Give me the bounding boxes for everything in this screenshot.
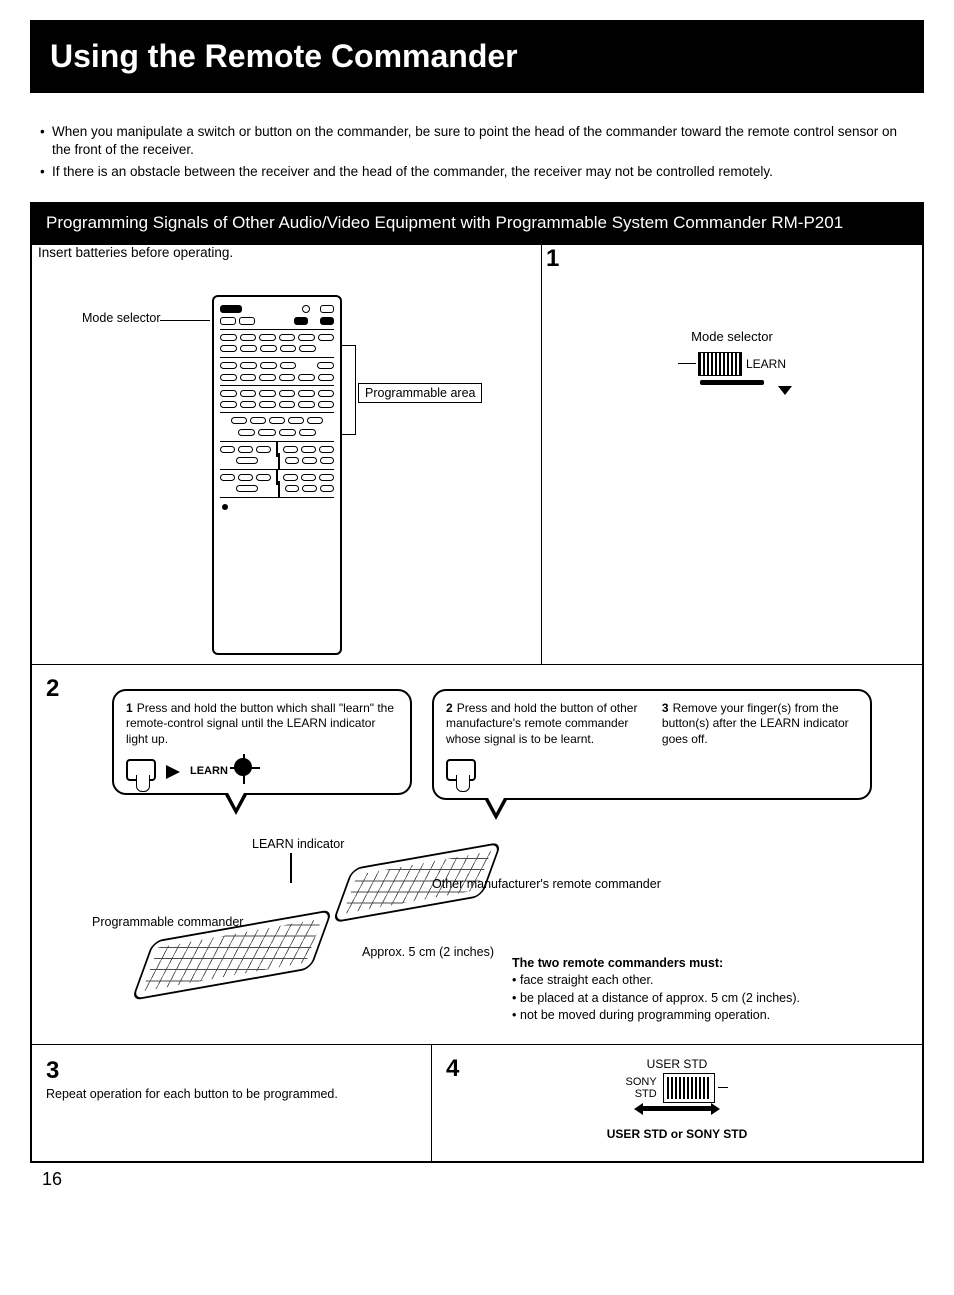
approx-distance-label: Approx. 5 cm (2 inches) [362, 945, 494, 960]
arrow-right-icon [166, 765, 180, 779]
step-1-panel: 1 Mode selector LEARN [542, 245, 922, 665]
sony-label: SONY [626, 1076, 657, 1088]
step-3-panel: 3 Repeat operation for each button to be… [32, 1045, 432, 1161]
requirement-3: not be moved during programming operatio… [520, 1008, 770, 1022]
step-2-callout-1: 1Press and hold the button which shall "… [112, 689, 412, 796]
learn-label: LEARN [746, 357, 786, 371]
requirements-title: The two remote commanders must: [512, 955, 800, 973]
callout-1-text: Press and hold the button which shall "l… [126, 701, 394, 746]
step-2-number: 2 [46, 675, 59, 703]
callout-1-num: 1 [126, 701, 133, 715]
callout-line-icon [160, 320, 210, 322]
remote-commander-illustration [212, 295, 342, 655]
callout-3-text: Remove your finger(s) from the button(s)… [662, 701, 849, 746]
callout-2-text: Press and hold the button of other manuf… [446, 701, 637, 746]
insert-batteries-text: Insert batteries before operating. [38, 245, 233, 260]
programmable-area-label: Programmable area [358, 383, 482, 403]
user-std-label: USER STD [607, 1057, 747, 1071]
two-remotes-illustration [142, 845, 502, 1015]
requirement-1: face straight each other. [520, 973, 653, 987]
mode-selector-switch-icon [663, 1073, 715, 1103]
step-2-panel: 2 1Press and hold the button which shall… [32, 665, 922, 1045]
intro-block: •When you manipulate a switch or button … [30, 123, 924, 202]
step-4-number: 4 [446, 1055, 459, 1083]
indicator-light-icon [234, 758, 252, 776]
other-commander-label: Other manufacturer's remote commander [432, 877, 661, 892]
page-title: Using the Remote Commander [30, 20, 924, 93]
double-arrow-icon [642, 1106, 712, 1111]
std-label: STD [635, 1088, 657, 1100]
step-2-callout-2-3: 2Press and hold the button of other manu… [432, 689, 872, 800]
page-number: 16 [42, 1169, 924, 1190]
programmable-commander-label: Programmable commander [92, 915, 243, 930]
step-1-number: 1 [546, 245, 559, 273]
step-1-mode-selector-label: Mode selector [556, 329, 908, 344]
step-3-text: Repeat operation for each button to be p… [46, 1087, 417, 1101]
requirement-2: be placed at a distance of approx. 5 cm … [520, 991, 800, 1005]
section-header: Programming Signals of Other Audio/Video… [32, 202, 922, 245]
programming-section: Programming Signals of Other Audio/Video… [30, 202, 924, 1163]
requirements-block: The two remote commanders must: •face st… [512, 955, 800, 1025]
mode-selector-switch-icon: LEARN [678, 352, 786, 385]
step-4-bottom-label: USER STD or SONY STD [607, 1127, 747, 1141]
bracket-icon [342, 345, 356, 435]
step-3-number: 3 [46, 1057, 417, 1085]
panel-remote-overview: Insert batteries before operating. Mode … [32, 245, 542, 665]
intro-bullet-1: When you manipulate a switch or button o… [52, 123, 914, 159]
callout-2-num: 2 [446, 701, 453, 715]
learn-text: LEARN [190, 764, 228, 778]
step-4-panel: 4 USER STD SONYSTD USER STD or SONY STD [432, 1045, 922, 1161]
press-button-icon [446, 759, 476, 781]
mode-selector-label: Mode selector [82, 311, 161, 325]
press-button-icon [126, 759, 156, 781]
intro-bullet-2: If there is an obstacle between the rece… [52, 163, 773, 181]
callout-3-num: 3 [662, 701, 669, 715]
